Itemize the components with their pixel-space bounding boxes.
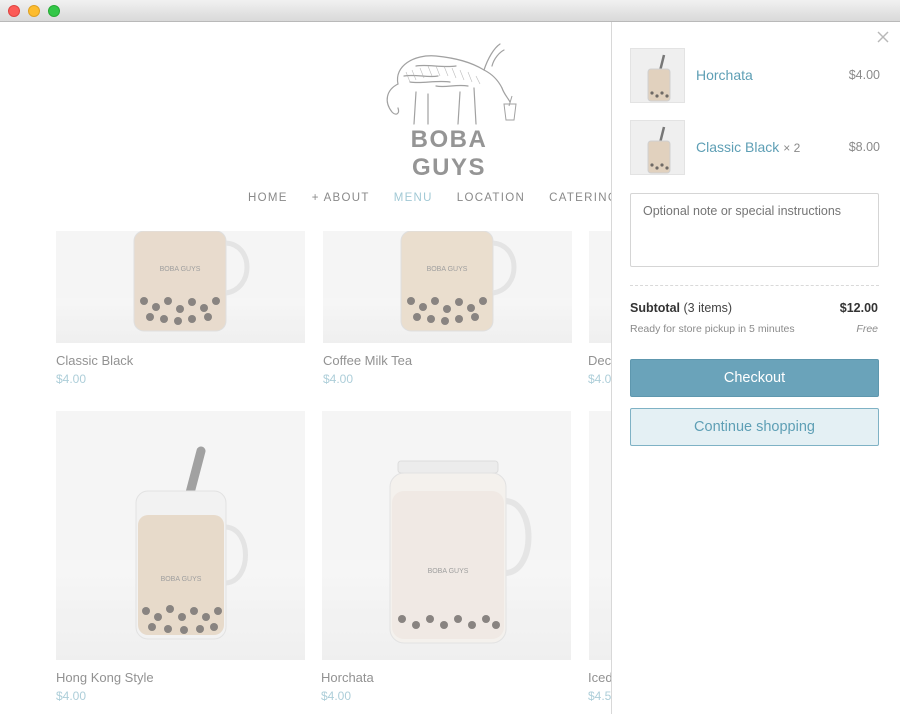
brand-wordmark[interactable]: BOBA GUYS	[378, 126, 520, 182]
order-note-input[interactable]	[630, 193, 879, 267]
nav-catering[interactable]: CATERING	[549, 192, 612, 204]
product-name[interactable]: Coffee Milk Tea	[323, 353, 412, 368]
nav-menu[interactable]: MENU	[394, 192, 433, 204]
product-image[interactable]: BOBA GUYS	[322, 411, 571, 660]
milk-tea-jar-with-straw-icon: BOBA GUYS	[135, 446, 248, 640]
product-image[interactable]: BOBA GUYS	[323, 231, 572, 343]
product-name[interactable]: Deca	[588, 353, 612, 368]
product-price: $4.5	[588, 689, 612, 703]
product-price: $4.00	[56, 689, 87, 703]
nav-home[interactable]: HOME	[248, 192, 288, 204]
window-close-button[interactable]	[8, 5, 20, 17]
svg-text:BOBA GUYS: BOBA GUYS	[427, 266, 468, 273]
window-titlebar	[0, 0, 900, 22]
nav-location[interactable]: LOCATION	[457, 192, 525, 204]
nav-about[interactable]: + ABOUT	[312, 192, 370, 204]
svg-text:BOBA GUYS: BOBA GUYS	[428, 568, 469, 575]
product-price: $4.00	[323, 372, 354, 386]
continue-shopping-button[interactable]: Continue shopping	[630, 408, 879, 446]
product-image[interactable]: BOBA GUYS	[56, 411, 305, 660]
cart-line-item: Classic Black × 2 $8.00	[630, 120, 880, 176]
product-name[interactable]: Horchata	[321, 670, 374, 685]
product-name[interactable]: Hong Kong Style	[56, 670, 154, 685]
cart-line-item: Horchata $4.00	[630, 48, 880, 104]
main-nav: HOME + ABOUT MENU LOCATION CATERING	[248, 192, 612, 204]
milk-tea-jar-icon	[647, 54, 671, 102]
subtotal-value: $12.00	[839, 301, 878, 315]
product-price: $4.00	[321, 689, 352, 703]
pickup-cost: Free	[856, 323, 878, 335]
cart-drawer: Horchata $4.00 Classic Black× 2 $8.00 Su…	[611, 22, 900, 714]
cart-item-thumbnail[interactable]	[630, 120, 685, 175]
store-page: BOBA GUYS HOME + ABOUT MENU LOCATION CAT…	[0, 22, 612, 714]
milk-tea-jar-icon: BOBA GUYS	[133, 231, 250, 332]
product-image[interactable]: BOBA GUYS	[56, 231, 305, 343]
divider	[630, 285, 879, 286]
horchata-jar-icon: BOBA GUYS	[389, 460, 532, 644]
subtotal-label: Subtotal (3 items)	[630, 301, 733, 315]
window-zoom-button[interactable]	[48, 5, 60, 17]
product-name[interactable]: Iced	[588, 670, 612, 685]
svg-text:BOBA GUYS: BOBA GUYS	[160, 266, 201, 273]
cart-item-name[interactable]: Classic Black × 2	[696, 139, 800, 155]
aardvark-logo-icon[interactable]	[376, 36, 526, 128]
cart-item-price: $8.00	[848, 140, 880, 154]
checkout-button[interactable]: Checkout	[630, 359, 879, 397]
milk-tea-jar-icon: BOBA GUYS	[400, 231, 517, 332]
pickup-info: Ready for store pickup in 5 minutes	[630, 323, 795, 335]
product-price: $4.00	[56, 372, 87, 386]
cart-item-price: $4.00	[848, 68, 880, 82]
milk-tea-jar-icon	[647, 126, 671, 174]
window-minimize-button[interactable]	[28, 5, 40, 17]
close-icon[interactable]	[876, 30, 890, 44]
svg-text:BOBA GUYS: BOBA GUYS	[161, 576, 202, 583]
product-image[interactable]	[589, 411, 612, 660]
cart-item-thumbnail[interactable]	[630, 48, 685, 103]
product-price: $4.0	[588, 372, 612, 386]
cart-item-name[interactable]: Horchata	[696, 67, 757, 83]
product-name[interactable]: Classic Black	[56, 353, 133, 368]
product-image[interactable]	[589, 231, 612, 343]
browser-viewport: BOBA GUYS HOME + ABOUT MENU LOCATION CAT…	[0, 22, 900, 714]
